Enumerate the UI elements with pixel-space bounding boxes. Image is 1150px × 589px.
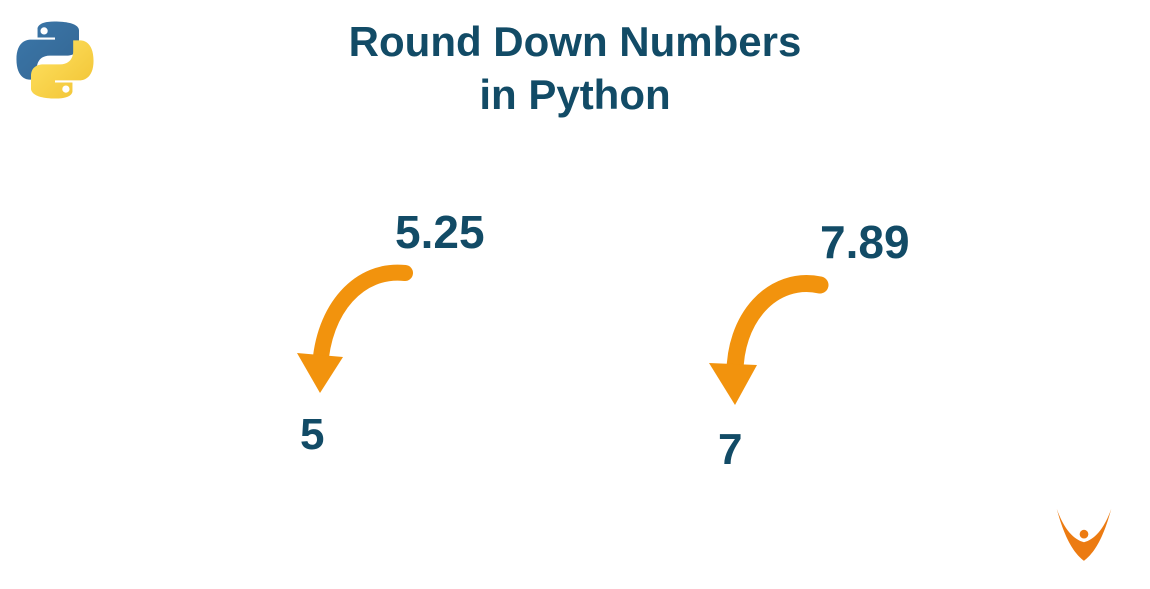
curved-down-arrow-icon bbox=[285, 253, 435, 403]
input-number-2: 7.89 bbox=[820, 215, 910, 269]
output-number-1: 5 bbox=[300, 410, 324, 460]
output-number-2: 7 bbox=[718, 425, 742, 475]
page-title: Round Down Numbers in Python bbox=[0, 16, 1150, 121]
input-number-1: 5.25 bbox=[395, 205, 485, 259]
title-line-2: in Python bbox=[479, 71, 670, 118]
title-line-1: Round Down Numbers bbox=[349, 18, 802, 65]
curved-down-arrow-icon bbox=[695, 263, 845, 413]
person-arms-up-icon bbox=[1053, 505, 1115, 567]
